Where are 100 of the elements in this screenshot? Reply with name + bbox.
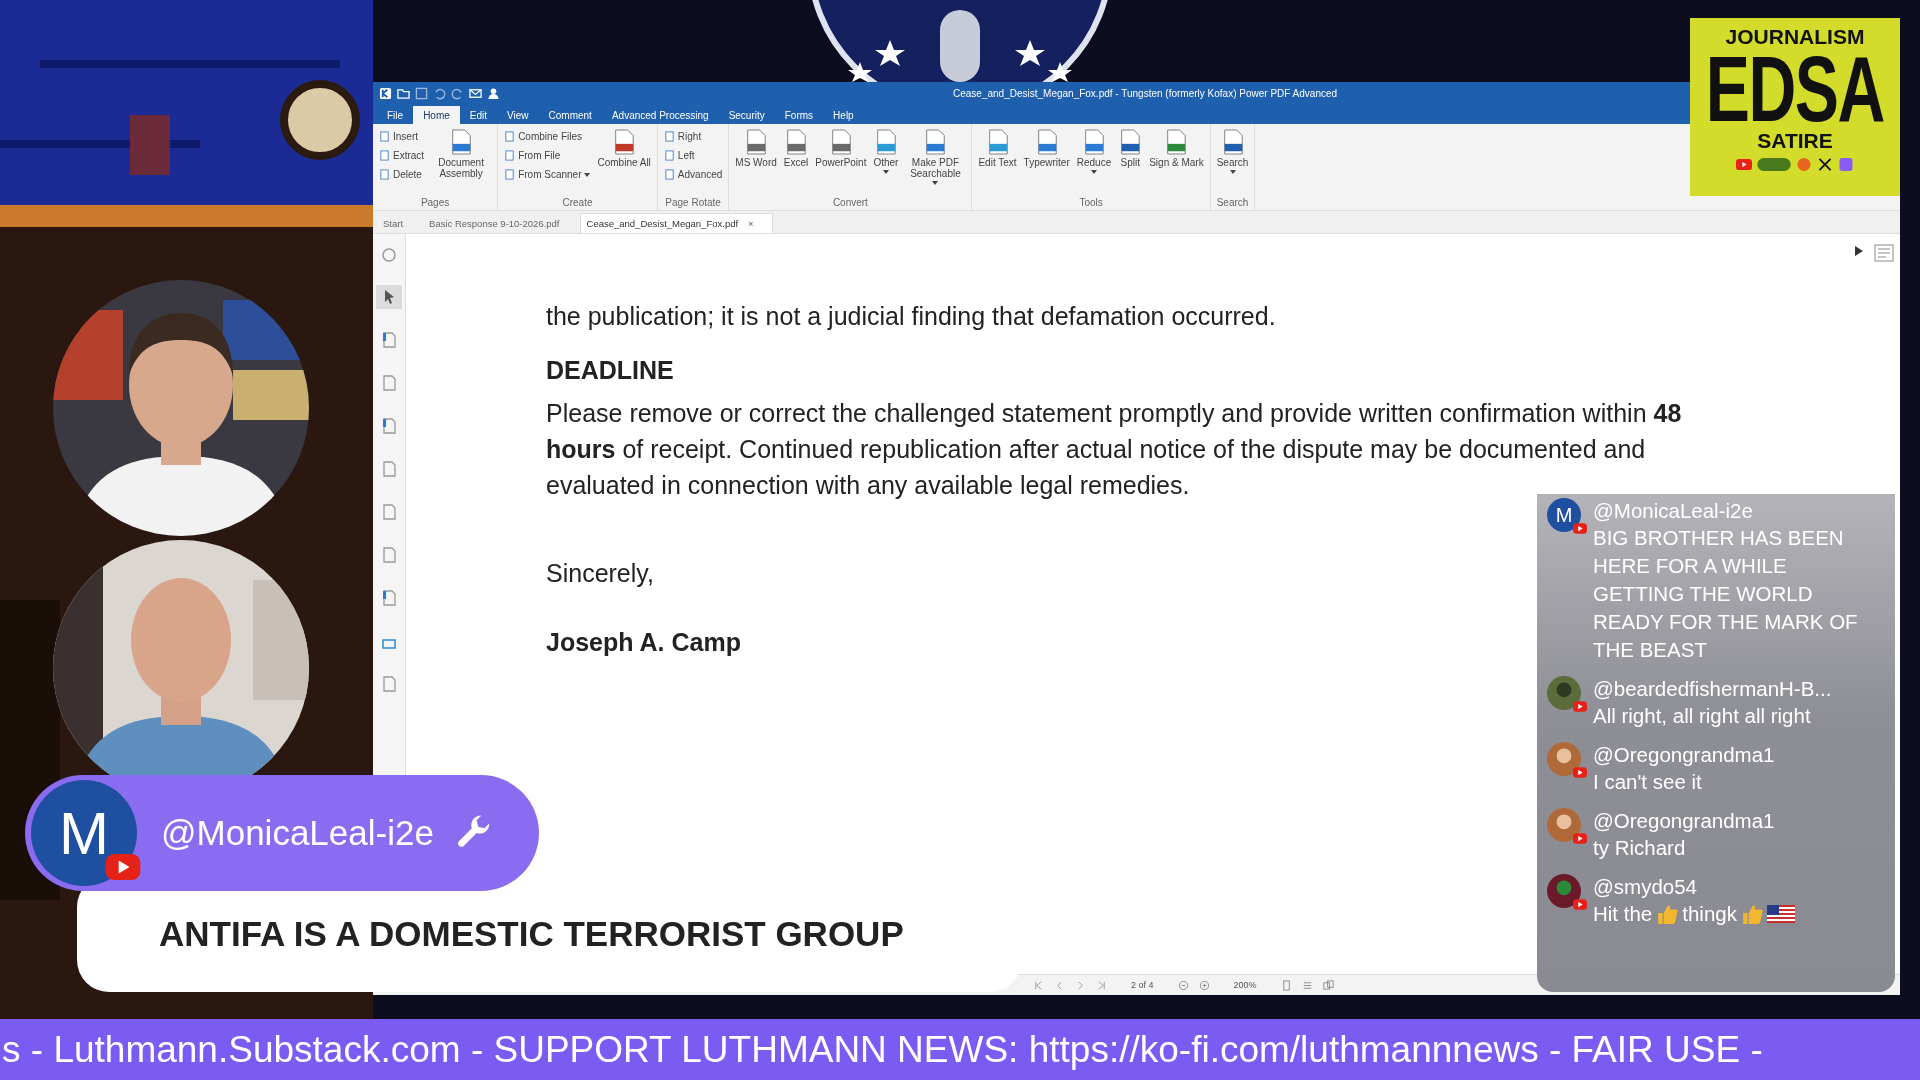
ribbon-button[interactable]: Split — [1116, 128, 1145, 169]
signature-name: Joseph A. Camp — [546, 628, 741, 657]
next-page-icon[interactable] — [1075, 979, 1086, 991]
mail-icon[interactable] — [469, 86, 482, 100]
tab-label[interactable]: Cease_and_Desist_Megan_Fox.pdf — [586, 218, 739, 229]
group-label: Page Rotate — [665, 197, 721, 208]
ribbon-button[interactable]: Edit Text — [976, 128, 1019, 169]
document-icon — [1164, 129, 1189, 155]
circle-icon[interactable] — [1796, 158, 1812, 171]
highlighted-message: ANTIFA IS A DOMESTIC TERRORIST GROUP — [159, 913, 904, 954]
ribbon-button[interactable]: Search — [1214, 128, 1251, 175]
page-icon — [504, 169, 516, 180]
caret-icon — [932, 181, 939, 185]
single-page-icon[interactable] — [1280, 979, 1292, 991]
ribbon-button[interactable]: Make PDF Searchable — [903, 128, 968, 186]
two-page-icon[interactable] — [1322, 979, 1334, 991]
zoom-level[interactable]: 200% — [1233, 980, 1257, 990]
menu-tab[interactable]: Security — [718, 106, 775, 124]
group-label: Convert — [832, 197, 868, 208]
tab-label[interactable]: Start — [383, 218, 404, 229]
document-icon — [744, 129, 769, 155]
ribbon-button[interactable]: Typewriter — [1021, 128, 1072, 169]
folder-icon[interactable] — [397, 86, 410, 100]
tab-label[interactable]: Basic Response 9-10-2026.pdf — [429, 218, 560, 229]
menu-tab[interactable]: Advanced Processing — [601, 106, 719, 124]
menu-tab[interactable]: Home — [413, 106, 460, 124]
ribbon-button[interactable]: Other — [871, 128, 901, 175]
ribbon-button[interactable]: MS Word — [733, 128, 779, 169]
paragraph: the publication; it is not a judicial finding that defamation occurred. — [546, 301, 1277, 332]
chat-author: @Oregongrandma1 — [1593, 808, 1776, 834]
chat-message: BIG BROTHER HAS BEEN HERE FOR A WHILE GETTING THE WORLD READY FOR THE MARK OF THE BEAST — [1593, 525, 1859, 663]
document-icon — [612, 129, 637, 155]
ribbon-button[interactable]: PowerPoint — [813, 128, 869, 169]
caret-icon — [1229, 170, 1236, 174]
document-tab[interactable]: Cease_and_Desist_Megan_Fox.pdf × — [579, 213, 773, 233]
menu-tab[interactable]: Comment — [538, 106, 602, 124]
redo-icon[interactable] — [451, 86, 464, 100]
document-icon — [1118, 129, 1143, 155]
group-label: Pages — [420, 197, 450, 208]
ribbon-button[interactable]: Extract — [377, 147, 427, 164]
logo-text: JOURNALISM — [1725, 26, 1865, 48]
ribbon-button[interactable]: From Scanner — [502, 166, 593, 183]
menu-tab[interactable]: Forms — [774, 106, 824, 124]
chat-message: ty Richard — [1593, 835, 1686, 861]
video-badge-icon — [1573, 833, 1587, 844]
undo-icon[interactable] — [433, 86, 446, 100]
panel-icon[interactable] — [1874, 244, 1894, 262]
video-icon[interactable] — [1736, 158, 1752, 171]
ribbon-button[interactable]: Document Assembly — [429, 128, 494, 180]
ribbon-button[interactable]: Combine Files — [502, 128, 593, 145]
chat-author: @MonicaLeal-i2e — [1593, 498, 1754, 524]
menu-tab[interactable]: Edit — [459, 106, 498, 124]
paragraph: Please remove or correct the challenged statement promptly and provide written confirmation within 48 hours of receipt. Continued republication after actual notice of the dispute may be documented and evaluated in connection with any available legal remedies. — [546, 398, 1683, 501]
previous-page-icon[interactable] — [1054, 979, 1065, 991]
ribbon-button[interactable]: Excel — [781, 128, 811, 169]
ribbon-button[interactable]: Combine All — [595, 128, 653, 169]
menu-tab[interactable]: Help — [823, 106, 864, 124]
closing-text: Sincerely, — [546, 559, 654, 588]
chat-message: Hit the — [1593, 901, 1653, 927]
menu-tab[interactable]: View — [497, 106, 539, 124]
page-icon — [379, 150, 390, 161]
ribbon-button[interactable]: Sign & Mark — [1147, 128, 1206, 169]
close-button[interactable]: × — [748, 218, 754, 229]
zoom-in-icon[interactable] — [1198, 979, 1210, 991]
page-icon — [504, 150, 516, 161]
flag-icon — [1766, 905, 1795, 923]
ribbon-button[interactable]: Left — [661, 147, 725, 164]
continuous-icon[interactable] — [1301, 979, 1313, 991]
caret-icon — [584, 172, 591, 177]
thumbs-up-icon — [1740, 903, 1763, 925]
expand-icon[interactable] — [1855, 246, 1863, 256]
document-tab[interactable]: Basic Response 9-10-2026.pdf — [423, 214, 578, 233]
zoom-out-icon[interactable] — [1177, 979, 1189, 991]
caret-icon — [1090, 170, 1097, 174]
group-label: Tools — [1079, 197, 1103, 208]
page-icon — [663, 169, 675, 180]
ribbon-button[interactable]: Delete — [377, 166, 427, 183]
document-icon — [449, 129, 474, 155]
ribbon-button[interactable]: Reduce — [1074, 128, 1114, 175]
ribbon-button[interactable]: Insert — [377, 128, 427, 145]
square-icon[interactable] — [1838, 158, 1854, 171]
pointer-icon[interactable] — [376, 285, 402, 309]
ribbon-button[interactable]: From File — [502, 147, 593, 164]
last-page-icon[interactable] — [1096, 979, 1107, 991]
logo-title: EDSA — [1705, 48, 1885, 130]
group-label: Create — [562, 197, 593, 208]
section-heading: DEADLINE — [546, 356, 674, 385]
ticker-text: s - Luthmann.Substack.com - SUPPORT LUTHMANN NEWS: https://ko-fi.com/luthmannnews - FAIR USE - — [1, 1028, 1763, 1071]
save-icon[interactable] — [415, 86, 428, 100]
first-page-icon[interactable] — [1033, 979, 1044, 991]
pill-icon[interactable] — [1757, 158, 1791, 171]
document-tab[interactable]: Start — [377, 214, 422, 233]
ribbon-button[interactable]: Right — [661, 128, 725, 145]
menu-tab[interactable]: File — [377, 106, 414, 124]
chat-message: I can't see it — [1593, 769, 1702, 795]
cross-icon[interactable] — [1817, 158, 1833, 171]
video-badge-icon — [1573, 523, 1587, 534]
ribbon-button[interactable]: Advanced — [661, 166, 725, 183]
user-icon[interactable] — [487, 86, 500, 100]
page-number[interactable]: 2 of 4 — [1131, 980, 1154, 990]
